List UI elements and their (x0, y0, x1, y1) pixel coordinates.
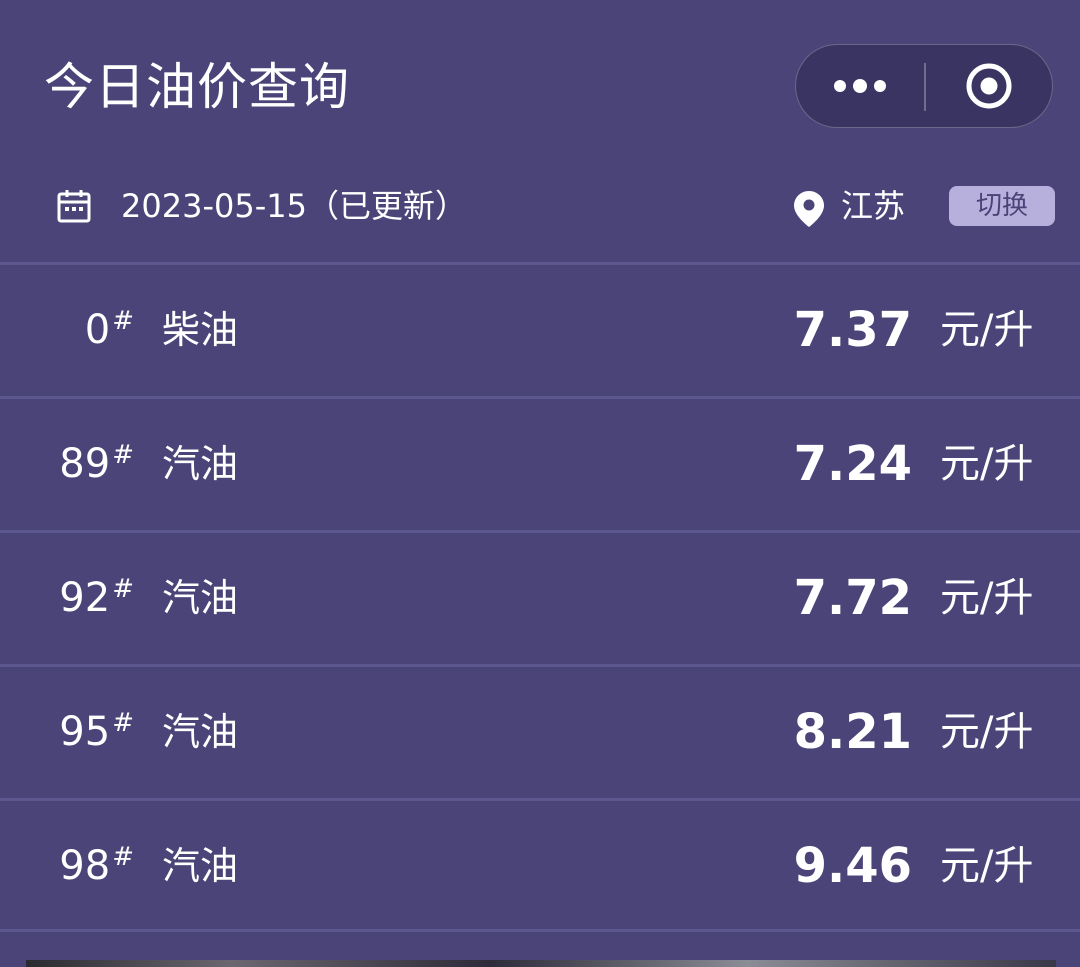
price-value: 9.46 (793, 838, 912, 894)
grade-number: 95 (59, 709, 111, 755)
more-dots-icon (834, 79, 886, 93)
price-unit: 元/升 (940, 307, 1034, 353)
page-title: 今日油价查询 (44, 58, 350, 116)
banner-image[interactable] (26, 960, 1056, 967)
header-bar: 今日油价查询 (0, 0, 1080, 170)
price-row: 89# 汽油 7.24 元/升 (0, 396, 1080, 530)
province-name: 江苏 (841, 187, 906, 225)
grade-number: 98 (59, 843, 111, 889)
price-row: 98# 汽油 9.46 元/升 (0, 798, 1080, 932)
calendar-icon (57, 190, 91, 223)
price-unit: 元/升 (940, 709, 1034, 755)
fuel-grade: 0# (85, 265, 134, 396)
price-row: 0# 柴油 7.37 元/升 (0, 262, 1080, 396)
grade-number: 0 (84, 307, 111, 353)
price-value: 8.21 (793, 704, 912, 760)
fuel-type: 汽油 (162, 844, 239, 888)
update-date: 2023-05-15（已更新） (121, 187, 467, 225)
grade-mark: # (112, 574, 134, 604)
fuel-grade: 89# (59, 399, 134, 530)
switch-province-button[interactable]: 切换 (949, 186, 1055, 226)
price-row: 95# 汽油 8.21 元/升 (0, 664, 1080, 798)
fuel-grade: 98# (59, 801, 134, 932)
grade-number: 92 (59, 575, 111, 621)
grade-mark: # (112, 440, 134, 470)
price-list: 0# 柴油 7.37 元/升 89# 汽油 7.24 元/升 92# 汽油 7.… (0, 262, 1080, 932)
fuel-type: 汽油 (162, 576, 239, 620)
price-value: 7.24 (793, 436, 912, 492)
grade-number: 89 (59, 441, 111, 487)
target-circle-icon (966, 63, 1012, 109)
fuel-grade: 95# (59, 667, 134, 798)
mini-program-capsule (795, 44, 1053, 128)
price-value: 7.72 (793, 570, 912, 626)
price-unit: 元/升 (940, 441, 1034, 487)
more-button[interactable] (796, 45, 924, 127)
price-unit: 元/升 (940, 843, 1034, 889)
price-value: 7.37 (793, 302, 912, 358)
fuel-grade: 92# (59, 533, 134, 664)
close-button[interactable] (926, 45, 1052, 127)
fuel-type: 柴油 (162, 308, 239, 352)
price-unit: 元/升 (940, 575, 1034, 621)
fuel-type: 汽油 (162, 710, 239, 754)
grade-mark: # (112, 842, 134, 872)
location-pin-icon (794, 191, 824, 227)
grade-mark: # (112, 708, 134, 738)
fuel-type: 汽油 (162, 442, 239, 486)
grade-mark: # (112, 306, 134, 336)
price-row: 92# 汽油 7.72 元/升 (0, 530, 1080, 664)
info-bar: 2023-05-15（已更新） 江苏 切换 (0, 170, 1080, 262)
